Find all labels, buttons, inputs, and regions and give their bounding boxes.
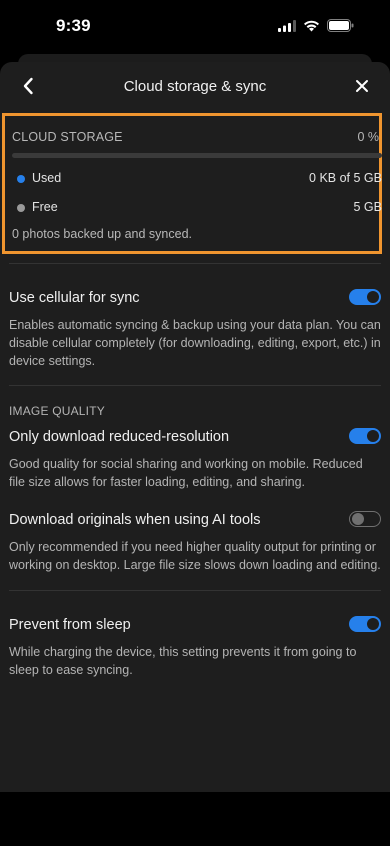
toggle-knob	[367, 291, 379, 303]
ai-originals-description: Only recommended if you need higher qual…	[9, 540, 381, 572]
bottom-bar	[0, 792, 390, 846]
close-button[interactable]	[350, 76, 374, 100]
used-value: 0 KB of 5 GB	[309, 171, 382, 185]
divider	[9, 590, 381, 591]
page-title: Cloud storage & sync	[123, 78, 267, 95]
prevent-sleep-description: While charging the device, this setting …	[9, 645, 357, 677]
used-dot-icon	[17, 175, 25, 183]
storage-used-row: Used 0 KB of 5 GB	[12, 171, 382, 189]
prevent-sleep-toggle[interactable]	[349, 616, 381, 632]
cellular-sync-title: Use cellular for sync	[9, 290, 140, 306]
cellular-sync-toggle[interactable]	[349, 289, 381, 305]
reduced-resolution-title: Only download reduced-resolution	[9, 429, 230, 445]
backup-status-text: 0 photos backed up and synced.	[12, 227, 192, 241]
cloud-storage-percent: 0 %	[357, 130, 379, 144]
image-quality-section-label: IMAGE QUALITY	[9, 404, 105, 418]
status-icons	[278, 19, 354, 37]
cellular-signal-icon	[278, 19, 296, 37]
cloud-storage-label: CLOUD STORAGE	[12, 130, 123, 144]
cloud-storage-panel: CLOUD STORAGE 0 % Used 0 KB of 5 GB Free…	[2, 113, 382, 254]
sheet-header: Cloud storage & sync	[0, 62, 390, 112]
divider	[9, 263, 381, 264]
reduced-resolution-toggle[interactable]	[349, 428, 381, 444]
close-icon	[355, 79, 369, 98]
storage-free-row: Free 5 GB	[12, 200, 382, 218]
free-dot-icon	[17, 204, 25, 212]
wifi-icon	[303, 19, 320, 37]
toggle-knob	[351, 512, 364, 525]
divider	[9, 385, 381, 386]
free-label: Free	[32, 200, 58, 214]
status-bar: 9:39	[0, 0, 390, 54]
used-label: Used	[32, 171, 62, 185]
ai-originals-toggle[interactable]	[349, 511, 381, 527]
free-value: 5 GB	[353, 200, 383, 214]
toggle-knob	[367, 618, 379, 630]
cellular-sync-description: Enables automatic syncing & backup using…	[9, 318, 381, 368]
reduced-resolution-description: Good quality for social sharing and work…	[9, 457, 363, 489]
toggle-knob	[367, 430, 379, 442]
ai-originals-title: Download originals when using AI tools	[9, 512, 261, 528]
status-time: 9:39	[56, 16, 91, 35]
storage-progress-bar	[12, 153, 382, 158]
battery-icon	[327, 19, 354, 37]
cloud-storage-sheet: Cloud storage & sync CLOUD STORAGE 0 % U…	[0, 62, 390, 792]
prevent-sleep-title: Prevent from sleep	[9, 617, 131, 633]
